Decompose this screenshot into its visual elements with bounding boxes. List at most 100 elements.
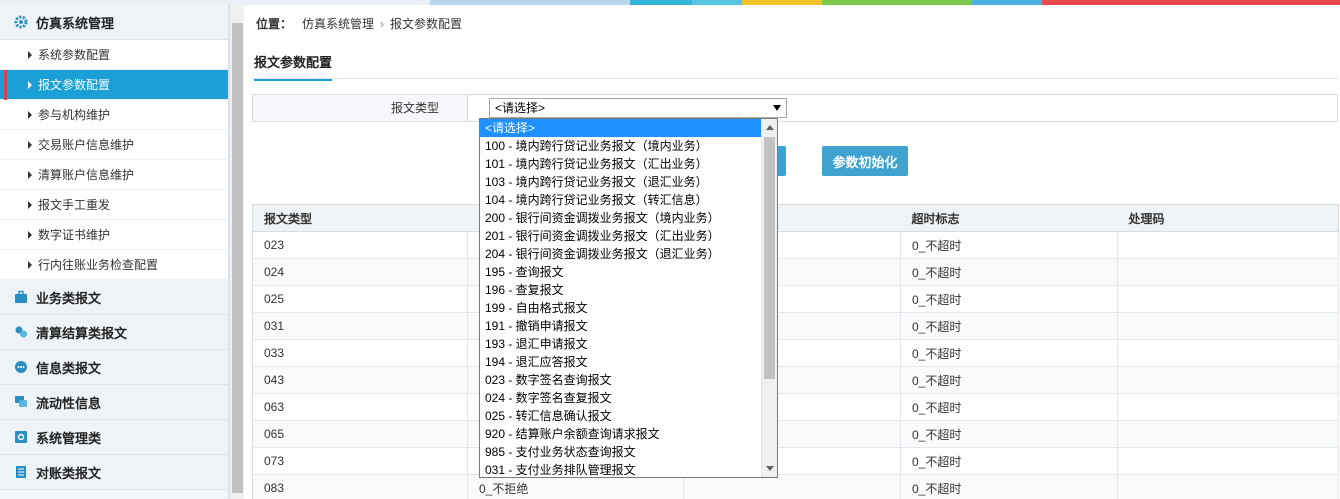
cell [1117, 474, 1339, 499]
cell [1117, 258, 1339, 286]
cell: 023 [252, 231, 468, 259]
init-params-button[interactable]: 参数初始化 [822, 146, 908, 176]
cell: 0_不超时 [900, 231, 1118, 259]
sidebar-item-settlement-accounts[interactable]: 清算账户信息维护 [0, 160, 228, 190]
sidebar-scrollbar[interactable] [229, 5, 244, 499]
dropdown-option[interactable]: 191 - 撤销申请报文 [480, 317, 777, 335]
sidebar-item-message-params[interactable]: 报文参数配置 [0, 70, 228, 100]
breadcrumb-separator: › [380, 16, 385, 31]
sidebar-group-simulation[interactable]: 仿真系统管理 [0, 5, 228, 40]
cell [1117, 420, 1339, 448]
sidebar-item-label: 清算账户信息维护 [38, 168, 135, 182]
dropdown-option[interactable]: 201 - 银行间资金调拨业务报文（汇出业务） [480, 227, 777, 245]
dropdown-option[interactable]: 193 - 退汇申请报文 [480, 335, 777, 353]
sidebar-item-label: 数字证书维护 [38, 228, 111, 242]
breadcrumb-item[interactable]: 仿真系统管理 [302, 15, 374, 32]
caret-right-icon [28, 260, 32, 269]
sidebar-item-certificates[interactable]: 数字证书维护 [0, 220, 228, 250]
messages-icon [14, 395, 28, 409]
sidebar-item-participants[interactable]: 参与机构维护 [0, 100, 228, 130]
cell: 0_不超时 [900, 447, 1118, 475]
caret-right-icon [28, 50, 32, 59]
cell: 083 [252, 474, 468, 499]
scrollbar-thumb[interactable] [764, 137, 775, 379]
table-row[interactable]: 031 0_不超时 [252, 312, 1339, 340]
cell: 024 [252, 258, 468, 286]
dropdown-option[interactable]: 031 - 支付业务排队管理报文 [480, 461, 777, 477]
caret-right-icon [28, 140, 32, 149]
table-row[interactable]: 025 0_不超时 [252, 285, 1339, 313]
col-header: 处理码 [1117, 204, 1339, 232]
dropdown-option[interactable]: 194 - 退汇应答报文 [480, 353, 777, 371]
cell: 0_不超时 [900, 474, 1118, 499]
table-row[interactable]: 073 0_不超时 [252, 447, 1339, 475]
table-header-row: 报文类型 超时标志 处理码 [252, 204, 1339, 232]
cell: 025 [252, 285, 468, 313]
table-row[interactable]: 023 0_不超时 [252, 231, 1339, 259]
cell [1117, 285, 1339, 313]
sidebar-item-label: 参与机构维护 [38, 108, 111, 122]
sidebar-item-system-params[interactable]: 系统参数配置 [0, 40, 228, 70]
sidebar-group-clearing[interactable]: 清算结算类报文 [0, 315, 228, 350]
cell: 073 [252, 447, 468, 475]
cell: 065 [252, 420, 468, 448]
dropdown-option[interactable]: 103 - 境内跨行贷记业务报文（退汇业务） [480, 173, 777, 191]
table-row[interactable]: 063 0_不超时 [252, 393, 1339, 421]
table-row[interactable]: 033 0_不超时 [252, 339, 1339, 367]
cell: 0_不超时 [900, 285, 1118, 313]
dropdown-option[interactable]: 985 - 支付业务状态查询报文 [480, 443, 777, 461]
page-title: 报文参数配置 [254, 52, 333, 81]
sidebar-item-outbound-check[interactable]: 行内往账业务检查配置 [0, 250, 228, 280]
table-row[interactable]: 024 0_不超时 [252, 258, 1339, 286]
dropdown-option[interactable]: 101 - 境内跨行贷记业务报文（汇出业务） [480, 155, 777, 173]
cell [1117, 312, 1339, 340]
dropdown-option[interactable]: 100 - 境内跨行贷记业务报文（境内业务） [480, 137, 777, 155]
dropdown-option[interactable]: 104 - 境内跨行贷记业务报文（转汇信息） [480, 191, 777, 209]
cell: 0_不超时 [900, 420, 1118, 448]
dropdown-option[interactable]: 200 - 银行间资金调拨业务报文（境内业务） [480, 209, 777, 227]
cell: 0_不超时 [900, 339, 1118, 367]
col-header: 报文类型 [252, 204, 468, 232]
sidebar-group-info[interactable]: 信息类报文 [0, 350, 228, 385]
settings-icon [14, 430, 28, 444]
sidebar-item-trade-accounts[interactable]: 交易账户信息维护 [0, 130, 228, 160]
sidebar-group-label: 仿真系统管理 [36, 15, 115, 31]
sidebar-group-business[interactable]: 业务类报文 [0, 280, 228, 315]
dropdown-option[interactable]: <请选择> [480, 119, 777, 137]
ledger-icon [14, 465, 28, 479]
message-type-select[interactable]: <请选择> [489, 98, 787, 118]
sidebar-group-label: 对账类报文 [36, 465, 102, 481]
dropdown-option[interactable]: 196 - 查复报文 [480, 281, 777, 299]
scrollbar-thumb[interactable] [232, 23, 243, 493]
dropdown-scrollbar[interactable] [761, 119, 777, 477]
dropdown-option[interactable]: 195 - 查询报文 [480, 263, 777, 281]
caret-right-icon [28, 200, 32, 209]
params-table: 报文类型 超时标志 处理码 023 0_不超时 024 0_不超时 025 0_不超时… [252, 204, 1339, 499]
dropdown-option[interactable]: 204 - 银行间资金调拨业务报文（退汇业务） [480, 245, 777, 263]
sidebar-group-reconcile[interactable]: 对账类报文 [0, 455, 228, 490]
table-row[interactable]: 065 0_不超时 [252, 420, 1339, 448]
cell: 031 [252, 312, 468, 340]
chat-icon [14, 360, 28, 374]
scroll-up-icon[interactable] [766, 125, 774, 130]
sidebar-item-manual-resend[interactable]: 报文手工重发 [0, 190, 228, 220]
dropdown-option[interactable]: 023 - 数字签名查询报文 [480, 371, 777, 389]
caret-right-icon [28, 80, 32, 89]
dropdown-option[interactable]: 920 - 结算账户余额查询请求报文 [480, 425, 777, 443]
message-type-dropdown-list: <请选择> 100 - 境内跨行贷记业务报文（境内业务） 101 - 境内跨行贷… [479, 118, 778, 478]
dropdown-option[interactable]: 199 - 自由格式报文 [480, 299, 777, 317]
cell [1117, 447, 1339, 475]
dropdown-option[interactable]: 025 - 转汇信息确认报文 [480, 407, 777, 425]
scroll-down-icon[interactable] [766, 466, 774, 471]
cell: 0_不超时 [900, 393, 1118, 421]
table-row[interactable]: 043 0_不超时 [252, 366, 1339, 394]
sidebar-group-system[interactable]: 系统管理类 [0, 420, 228, 455]
page-title-row: 报文参数配置 [252, 45, 1338, 81]
cell: 063 [252, 393, 468, 421]
table-row[interactable]: 083 0_不拒绝 0_不超时 [252, 474, 1339, 499]
cell: 0_不拒绝 [467, 474, 684, 499]
dropdown-option[interactable]: 024 - 数字签名查复报文 [480, 389, 777, 407]
sidebar-group-liquidity[interactable]: 流动性信息 [0, 385, 228, 420]
cell: 0_不超时 [900, 258, 1118, 286]
cell: 0_不超时 [900, 312, 1118, 340]
